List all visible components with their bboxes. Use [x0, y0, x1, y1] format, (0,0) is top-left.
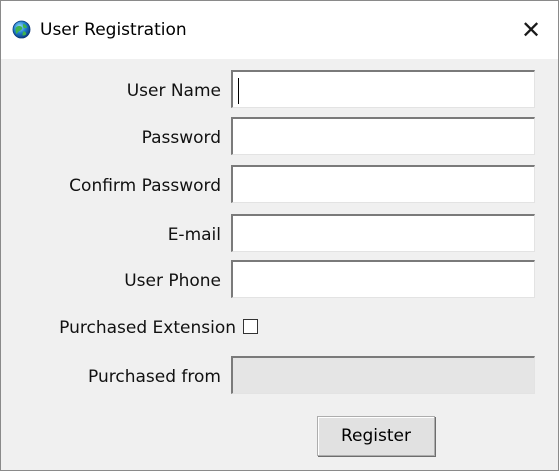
globe-icon	[12, 20, 31, 39]
close-icon: ✕	[520, 16, 542, 44]
user-name-label: User Name	[126, 81, 221, 101]
user-phone-input[interactable]	[231, 260, 535, 298]
purchased-extension-label: Purchased Extension	[59, 318, 236, 338]
email-input[interactable]	[231, 214, 535, 252]
register-button[interactable]: Register	[317, 416, 435, 456]
password-input[interactable]	[231, 117, 535, 155]
close-button[interactable]: ✕	[512, 13, 550, 47]
purchased-from-input	[231, 356, 535, 394]
confirm-password-input[interactable]	[231, 165, 535, 203]
text-caret	[238, 78, 239, 104]
window-title: User Registration	[40, 20, 187, 40]
register-button-label: Register	[341, 426, 411, 446]
registration-window: User Registration ✕ User Name Password C…	[0, 0, 559, 471]
title-bar[interactable]: User Registration ✕	[1, 1, 558, 59]
password-label: Password	[141, 128, 221, 148]
purchased-from-label: Purchased from	[88, 367, 221, 387]
user-name-input[interactable]	[231, 70, 535, 108]
confirm-password-label: Confirm Password	[69, 176, 221, 196]
purchased-extension-checkbox[interactable]	[243, 319, 258, 334]
user-phone-label: User Phone	[124, 271, 221, 291]
email-label: E-mail	[167, 225, 221, 245]
